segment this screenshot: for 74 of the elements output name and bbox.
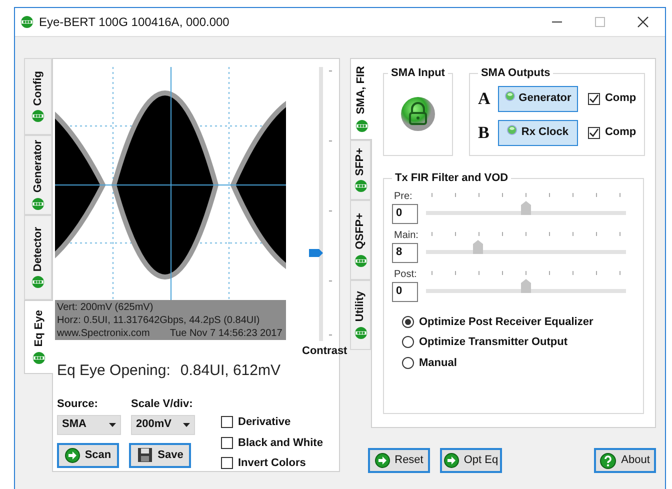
logo-icon [33, 352, 45, 364]
output-letter: A [478, 88, 490, 110]
radio-button[interactable] [402, 336, 414, 348]
side-tab[interactable]: Generator [24, 135, 52, 215]
field-label: Scale V/div: [131, 397, 194, 412]
push-button[interactable]: Reset [368, 448, 430, 473]
radio-label: Optimize Transmitter Output [419, 335, 568, 350]
eye-opening-label: Eq Eye Opening: [57, 360, 170, 380]
logo-icon [356, 120, 368, 132]
side-tab[interactable]: SFP+ [350, 140, 371, 200]
checkbox[interactable] [221, 457, 233, 470]
radio-label: Manual [419, 356, 457, 370]
radio-label: Optimize Post Receiver Equalizer [419, 314, 594, 330]
slider-thumb[interactable] [521, 278, 531, 292]
close-icon[interactable] [637, 16, 649, 28]
checkbox[interactable] [221, 436, 233, 449]
caret-icon [109, 422, 116, 426]
dropdown[interactable]: 200mV [131, 414, 195, 434]
push-button[interactable]: Save [129, 442, 191, 468]
output-button[interactable]: Generator [498, 86, 578, 112]
logo-icon [32, 276, 44, 288]
checkbox[interactable] [588, 92, 600, 104]
checkbox[interactable] [588, 126, 600, 138]
logo-icon [354, 326, 366, 339]
logo-icon [32, 110, 44, 122]
field-label: Pre: [394, 190, 412, 204]
checkbox[interactable] [221, 416, 233, 428]
push-button[interactable]: Scan [57, 442, 119, 468]
logo-icon [32, 198, 44, 210]
info-text: Vert: 200mV (625mV) [57, 301, 154, 314]
info-text: www.Spectronix.com [57, 327, 150, 340]
window-title: Eye-BERT 100G 100416A, 000.000 [39, 14, 230, 31]
info-text: Horz: 0.5UI, 11.317642Gbps, 44.2pS (0.84UI) [57, 314, 261, 327]
field-label: Source: [57, 397, 99, 412]
slider-thumb[interactable] [309, 249, 324, 258]
push-button[interactable]: About [594, 448, 656, 473]
group-title: Tx FIR Filter and VOD [394, 171, 510, 186]
radio-button[interactable] [402, 356, 414, 369]
checkbox-label: Derivative [238, 415, 291, 430]
output-button[interactable]: Rx Clock [498, 120, 578, 146]
checkbox-label: Comp [604, 125, 636, 140]
dropdown[interactable]: SMA [57, 414, 121, 434]
checkbox-label: Black and White [238, 436, 323, 450]
side-tab[interactable]: QSFP+ [350, 200, 371, 280]
logo-icon [354, 254, 366, 267]
contrast-label: Contrast [302, 344, 348, 359]
input-field[interactable]: 0 [392, 204, 418, 224]
help-icon [600, 452, 616, 468]
side-tab[interactable]: SMA, FIR [350, 58, 372, 140]
lock-icon [400, 96, 436, 132]
caret-icon [183, 422, 190, 426]
input-field[interactable]: 8 [392, 242, 418, 262]
side-tab[interactable]: Detector [24, 215, 52, 300]
side-tab[interactable]: Utility [350, 280, 371, 350]
checkbox-label: Comp [604, 91, 636, 106]
led-icon [507, 124, 518, 134]
logo-icon [354, 180, 366, 192]
eye-opening-value: 0.84UI, 612mV [180, 360, 280, 380]
checkbox-label: Invert Colors [238, 456, 306, 471]
group-title: SMA Outputs [480, 66, 552, 81]
field-label: Main: [394, 228, 418, 242]
push-button[interactable]: Opt Eq [440, 448, 502, 473]
timestamp: Tue Nov 7 14:56:23 2017 [170, 327, 282, 340]
input-field[interactable]: 0 [392, 282, 418, 302]
logo-icon [21, 16, 33, 28]
side-tab[interactable]: Eq Eye [24, 300, 53, 374]
output-letter: B [478, 122, 490, 144]
field-label: Post: [394, 268, 417, 282]
radio-button[interactable] [402, 316, 414, 328]
slider-thumb[interactable] [473, 240, 483, 254]
slider-thumb[interactable] [521, 200, 531, 214]
group-title: SMA Input [390, 66, 446, 81]
led-icon [504, 90, 515, 100]
side-tab[interactable]: Config [24, 58, 52, 135]
